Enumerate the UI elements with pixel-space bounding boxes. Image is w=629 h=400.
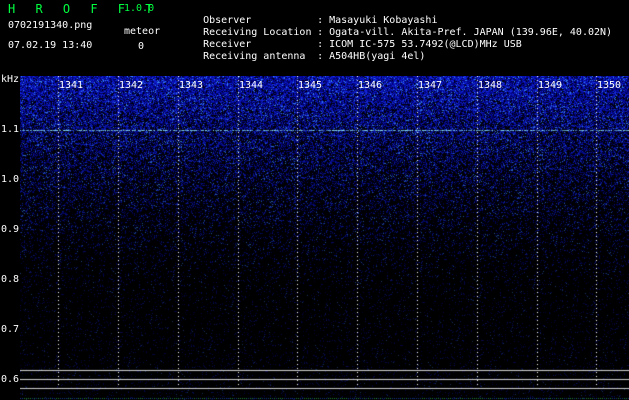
time-label-1348: 1348 — [478, 80, 503, 91]
info-value: A504HB(yagi 4el) — [329, 51, 426, 62]
spectrogram-canvas — [20, 76, 629, 400]
freq-label-1-1: 1.1 — [1, 124, 20, 135]
info-key: Receiving antenna — [203, 51, 306, 62]
meteor-label: meteor — [124, 26, 161, 37]
app-version: 1.0.0 — [124, 3, 155, 14]
time-label-1343: 1343 — [179, 80, 204, 91]
freq-label-0-8: 0.8 — [1, 274, 20, 285]
freq-unit-label: kHz — [1, 74, 20, 85]
meteor-count: 0 — [138, 41, 145, 52]
capture-datetime: 07.02.19 13:40 — [8, 40, 93, 51]
freq-label-0-6: 0.6 — [1, 374, 20, 385]
info-sep: : — [317, 51, 324, 62]
time-label-1341: 1341 — [59, 80, 84, 91]
image-filename: 0702191340.png — [8, 20, 93, 31]
time-label-1344: 1344 — [239, 80, 264, 91]
time-label-1342: 1342 — [119, 80, 144, 91]
freq-label-0-7: 0.7 — [1, 324, 20, 335]
info-row-antenna: Receiving antenna: A504HB(yagi 4el) — [179, 40, 425, 73]
time-label-1346: 1346 — [358, 80, 383, 91]
time-label-1345: 1345 — [298, 80, 323, 91]
freq-label-0-9: 0.9 — [1, 224, 20, 235]
time-label-1347: 1347 — [418, 80, 443, 91]
time-label-1350: 1350 — [597, 80, 622, 91]
header-panel: H R O F F T 1.0.0 0702191340.png 07.02.1… — [0, 0, 629, 74]
time-label-1349: 1349 — [538, 80, 563, 91]
freq-label-1-0: 1.0 — [1, 174, 20, 185]
